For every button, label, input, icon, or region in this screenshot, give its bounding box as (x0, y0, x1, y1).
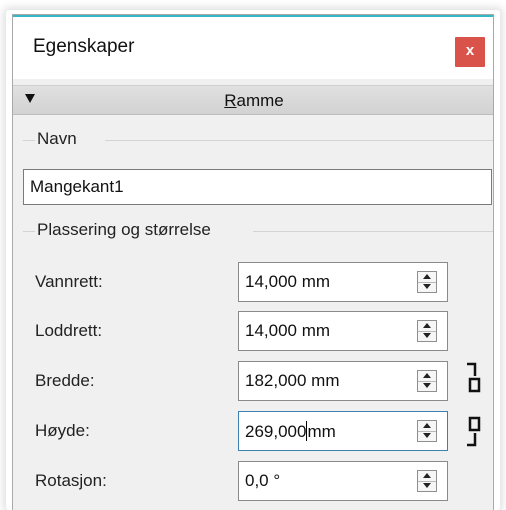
group-border-right (105, 140, 493, 141)
name-group-label: Navn (37, 129, 77, 148)
height-value-unit: mm (307, 422, 336, 441)
spin-down-icon[interactable] (418, 481, 436, 491)
rotation-spinner[interactable] (417, 470, 437, 492)
horizontal-position-field[interactable]: 14,000 mm (238, 262, 448, 302)
vertical-spinner[interactable] (417, 320, 437, 342)
vertical-position-field[interactable]: 14,000 mm (238, 311, 448, 351)
height-label: Høyde: (35, 421, 90, 440)
group-border-left (23, 140, 35, 141)
vertical-label: Loddrett: (35, 321, 103, 340)
section-title-rest: amme (236, 91, 284, 110)
close-button[interactable]: x (455, 37, 485, 67)
group-border-right (253, 231, 493, 232)
properties-window: Egenskaper x Ramme Navn Mangekant1 Plass… (12, 14, 494, 510)
width-spinner[interactable] (417, 370, 437, 392)
spin-down-icon[interactable] (418, 431, 436, 441)
height-spinner[interactable] (417, 420, 437, 442)
horizontal-value: 14,000 mm (245, 272, 331, 291)
width-field[interactable]: 182,000 mm (238, 361, 448, 401)
horizontal-label: Vannrett: (35, 272, 103, 291)
width-label: Bredde: (35, 371, 95, 390)
spin-down-icon[interactable] (418, 331, 436, 341)
height-value-number: 269,000 (245, 422, 307, 441)
horizontal-spinner[interactable] (417, 271, 437, 293)
position-group-label: Plassering og størrelse (37, 220, 211, 239)
spin-down-icon[interactable] (418, 282, 436, 292)
width-value: 182,000 mm (245, 371, 340, 390)
section-title: Ramme (13, 91, 493, 111)
window-title: Egenskaper (33, 36, 135, 57)
name-field[interactable]: Mangekant1 (23, 169, 492, 205)
group-border-left (23, 231, 35, 232)
vertical-value: 14,000 mm (245, 321, 331, 340)
rotation-value: 0,0 ° (245, 471, 281, 490)
keep-ratio-link-icon[interactable] (461, 360, 485, 460)
rotation-label: Rotasjon: (35, 471, 107, 490)
height-field[interactable]: 269,000mm (238, 411, 448, 451)
height-value: 269,000mm (245, 421, 336, 442)
title-bar[interactable]: Egenskaper x (13, 17, 493, 79)
section-title-accelerator: R (224, 91, 237, 110)
spin-down-icon[interactable] (418, 381, 436, 391)
section-header-ramme[interactable]: Ramme (13, 85, 493, 115)
rotation-field[interactable]: 0,0 ° (238, 461, 448, 501)
